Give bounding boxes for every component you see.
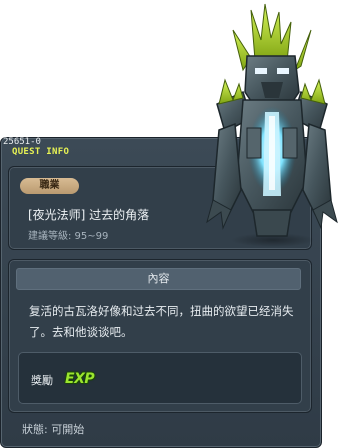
quest-status: 狀態: 可開始 bbox=[22, 423, 85, 436]
content-header: 內容 bbox=[16, 268, 301, 290]
job-badge: 職業 bbox=[20, 178, 79, 194]
quest-id: 25651-0 bbox=[3, 137, 41, 147]
job-quest-name: [夜光法师] 过去的角落 bbox=[28, 208, 150, 222]
exp-reward-icon[interactable]: EXP bbox=[65, 371, 95, 387]
quest-description: 复活的古瓦洛好像和过去不同，扭曲的欲望已经消失了。去和他谈谈吧。 bbox=[29, 304, 294, 339]
reward-box bbox=[18, 352, 302, 404]
reward-label: 獎勵 bbox=[31, 374, 53, 387]
recommended-level: 建議等級: 95~99 bbox=[28, 231, 109, 242]
stone-golem-guwaru-icon bbox=[206, 3, 338, 247]
quest-info-title: QUEST INFO bbox=[12, 147, 70, 157]
